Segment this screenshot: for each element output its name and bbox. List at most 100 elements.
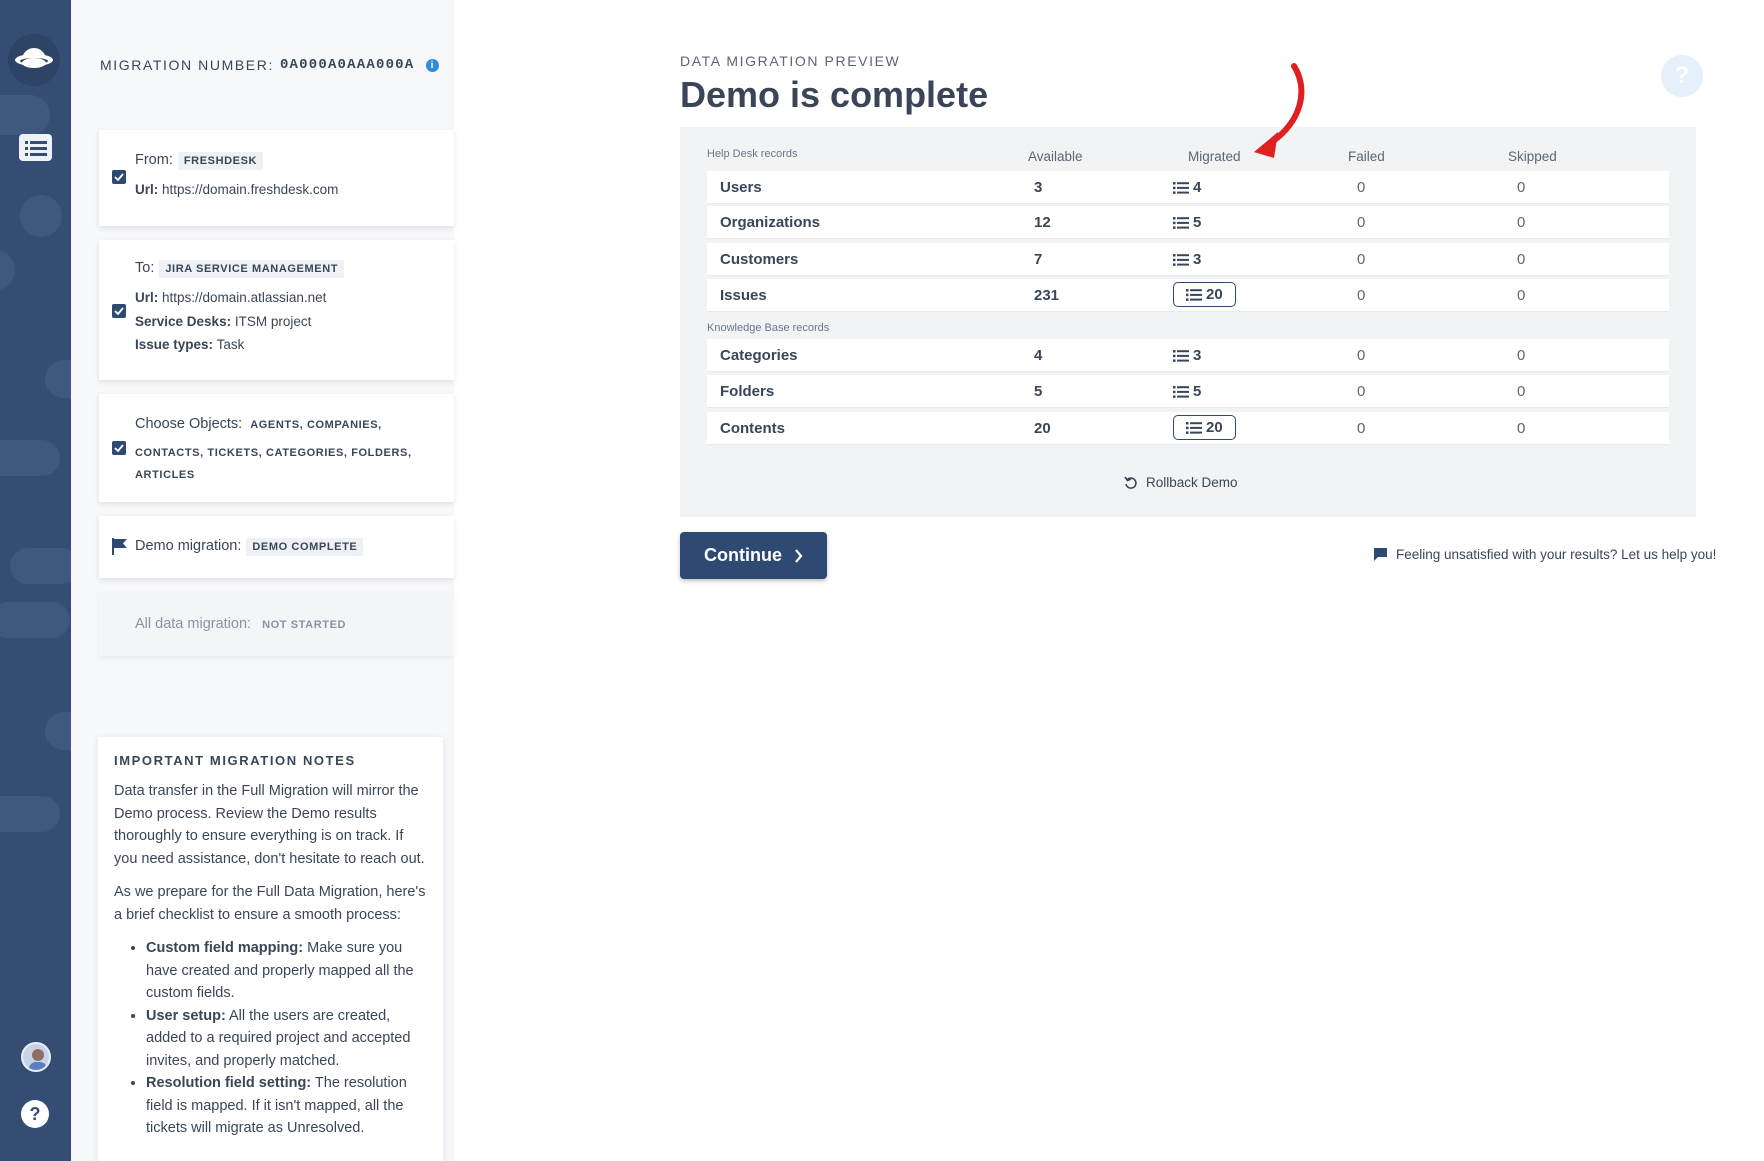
- table-row: Issues 231 20 0 0: [707, 279, 1669, 312]
- row-available: 3: [1034, 179, 1043, 196]
- list-icon: [1173, 385, 1189, 398]
- nav-rail: ?: [0, 0, 71, 1161]
- row-skipped: 0: [1517, 383, 1526, 400]
- row-available: 5: [1034, 383, 1043, 400]
- checkbox-checked-icon[interactable]: [112, 441, 126, 455]
- full-migration-line: All data migration: NOT STARTED: [135, 616, 352, 634]
- table-row: Users 3 4 0 0: [707, 171, 1669, 204]
- continue-button[interactable]: Continue: [680, 532, 827, 579]
- migration-summary-panel: MIGRATION NUMBER: 0A000A0AAA000A i From:…: [71, 0, 454, 1161]
- row-name: Folders: [720, 383, 775, 400]
- row-migrated-link[interactable]: 5: [1173, 383, 1201, 400]
- notes-title: IMPORTANT MIGRATION NOTES: [114, 753, 356, 768]
- rail-decoration: [45, 712, 71, 750]
- issue-types-value: Task: [216, 337, 245, 352]
- col-header-skipped: Skipped: [1508, 149, 1557, 164]
- feedback-link[interactable]: Feeling unsatisfied with your results? L…: [1374, 547, 1716, 562]
- col-header-available: Available: [1028, 149, 1083, 164]
- objects-tag-2: CONTACTS, TICKETS, CATEGORIES, FOLDERS,: [135, 447, 412, 459]
- question-icon[interactable]: ?: [1661, 55, 1703, 97]
- row-migrated: 20: [1206, 419, 1223, 436]
- checkbox-checked-icon[interactable]: [112, 304, 126, 318]
- col-header-failed: Failed: [1348, 149, 1385, 164]
- service-desks-label: Service Desks:: [135, 314, 232, 329]
- row-failed: 0: [1357, 214, 1366, 231]
- table-row: Folders 5 5 0 0: [707, 375, 1669, 408]
- row-name: Issues: [720, 287, 767, 304]
- list-icon[interactable]: [19, 134, 52, 161]
- to-card: To: JIRA SERVICE MANAGEMENT Url: https://…: [99, 240, 454, 380]
- list-icon: [1186, 288, 1202, 301]
- row-migrated-link[interactable]: 3: [1173, 251, 1201, 268]
- list-icon: [1173, 349, 1189, 362]
- list-item: Resolution field setting: The resolution…: [146, 1072, 427, 1140]
- rollback-demo-button[interactable]: Rollback Demo: [1124, 475, 1238, 490]
- row-migrated-button[interactable]: 20: [1173, 282, 1236, 307]
- objects-label: Choose Objects:: [135, 416, 243, 432]
- row-migrated-link[interactable]: 4: [1173, 179, 1201, 196]
- row-failed: 0: [1357, 347, 1366, 364]
- list-icon: [1173, 216, 1189, 229]
- row-skipped: 0: [1517, 179, 1526, 196]
- row-skipped: 0: [1517, 214, 1526, 231]
- info-icon[interactable]: i: [426, 58, 440, 72]
- from-url-line: Url: https://domain.freshdesk.com: [135, 182, 338, 197]
- row-name: Customers: [720, 251, 799, 268]
- from-label: From:: [135, 152, 173, 168]
- row-migrated-link[interactable]: 3: [1173, 347, 1201, 364]
- row-available: 231: [1034, 287, 1060, 304]
- demo-status-badge: DEMO COMPLETE: [246, 538, 364, 556]
- row-migrated: 20: [1206, 286, 1223, 303]
- rollback-label: Rollback Demo: [1146, 475, 1238, 490]
- row-failed: 0: [1357, 420, 1366, 437]
- checkbox-checked-icon[interactable]: [112, 170, 126, 184]
- row-failed: 0: [1357, 251, 1366, 268]
- continue-label: Continue: [704, 545, 782, 565]
- notes-paragraph: As we prepare for the Full Data Migratio…: [114, 884, 426, 923]
- demo-card: Demo migration: DEMO COMPLETE: [99, 516, 454, 578]
- row-available: 7: [1034, 251, 1043, 268]
- from-url: https://domain.freshdesk.com: [162, 182, 339, 197]
- migration-notes: IMPORTANT MIGRATION NOTES Data transfer …: [98, 737, 443, 1161]
- objects-line: Choose Objects: AGENTS, COMPANIES,: [135, 416, 382, 432]
- table-row: Organizations 12 5 0 0: [707, 206, 1669, 239]
- objects-line-3: ARTICLES: [135, 466, 195, 482]
- migration-number-label: MIGRATION NUMBER:: [100, 57, 274, 73]
- list-item: Custom field mapping: Make sure you have…: [146, 937, 427, 1005]
- group-label-helpdesk: Help Desk records: [707, 148, 798, 160]
- avatar[interactable]: [21, 1042, 51, 1072]
- row-migrated: 4: [1193, 179, 1202, 196]
- row-failed: 0: [1357, 287, 1366, 304]
- table-row: Customers 7 3 0 0: [707, 243, 1669, 276]
- to-url: https://domain.atlassian.net: [162, 290, 327, 305]
- migration-number: MIGRATION NUMBER: 0A000A0AAA000A i: [100, 57, 440, 73]
- row-skipped: 0: [1517, 251, 1526, 268]
- feedback-text: Feeling unsatisfied with your results? L…: [1396, 547, 1717, 562]
- rail-decoration: [10, 548, 71, 584]
- objects-card: Choose Objects: AGENTS, COMPANIES, CONTAC…: [99, 394, 454, 502]
- planet-logo-icon[interactable]: [8, 34, 60, 86]
- objects-line-2: CONTACTS, TICKETS, CATEGORIES, FOLDERS,: [135, 444, 412, 460]
- from-tag: FRESHDESK: [177, 152, 264, 170]
- objects-tag-1: AGENTS, COMPANIES,: [250, 419, 382, 431]
- rail-decoration: [0, 602, 70, 638]
- row-migrated: 5: [1193, 214, 1202, 231]
- row-available: 12: [1034, 214, 1051, 231]
- rail-decoration: [45, 360, 71, 398]
- objects-tag-3: ARTICLES: [135, 469, 195, 481]
- row-failed: 0: [1357, 383, 1366, 400]
- row-migrated-button[interactable]: 20: [1173, 415, 1236, 440]
- help-icon[interactable]: ?: [21, 1100, 49, 1128]
- row-migrated: 5: [1193, 383, 1202, 400]
- row-name: Users: [720, 179, 762, 196]
- issue-types-line: Issue types: Task: [135, 337, 244, 352]
- notes-paragraph: Data transfer in the Full Migration will…: [114, 783, 425, 867]
- to-line: To: JIRA SERVICE MANAGEMENT: [135, 260, 345, 278]
- full-migration-label: All data migration:: [135, 616, 252, 632]
- to-label: To:: [135, 260, 155, 276]
- row-migrated-link[interactable]: 5: [1173, 214, 1201, 231]
- row-name: Contents: [720, 420, 785, 437]
- row-skipped: 0: [1517, 287, 1526, 304]
- from-card: From: FRESHDESK Url: https://domain.fresh…: [99, 130, 454, 226]
- rail-decoration: [0, 95, 50, 135]
